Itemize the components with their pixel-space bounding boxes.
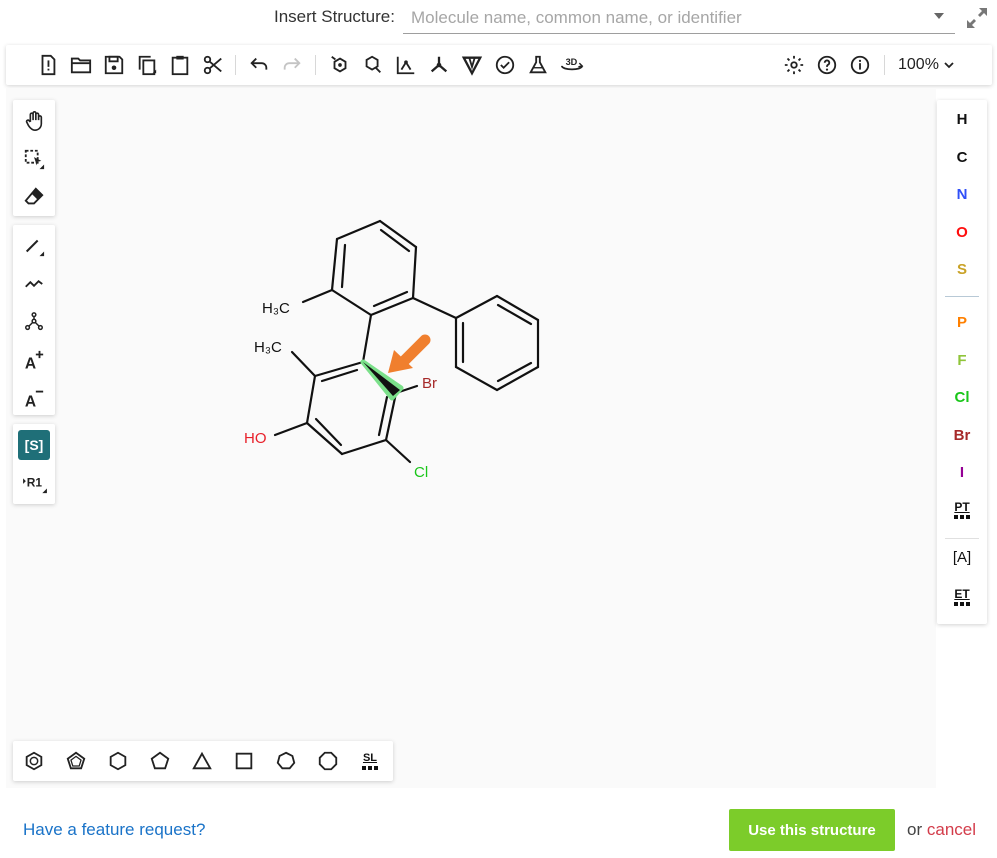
or-text: or cancel	[907, 820, 976, 840]
periodic-table-button[interactable]: PT	[937, 500, 987, 519]
element-c-button[interactable]: C	[937, 149, 987, 166]
element-f-button[interactable]: F	[937, 352, 987, 369]
divider	[945, 296, 979, 297]
cyclohexane-template-icon[interactable]	[106, 749, 130, 773]
cyclopropane-template-icon[interactable]	[190, 749, 214, 773]
atom-text-button[interactable]: [A]	[937, 549, 987, 566]
element-p-button[interactable]: P	[937, 314, 987, 331]
cyclooctane-template-icon[interactable]	[316, 749, 340, 773]
element-n-button[interactable]: N	[937, 186, 987, 203]
benzene-template-icon[interactable]	[22, 749, 46, 773]
shape-library-button[interactable]: SL	[358, 749, 382, 773]
element-panel: H C N O S P F Cl Br I PT [A] ET	[937, 100, 987, 624]
feature-request-link[interactable]: Have a feature request?	[23, 820, 205, 840]
element-s-button[interactable]: S	[937, 261, 987, 278]
divider	[945, 538, 979, 539]
bromine-label[interactable]: Br	[422, 375, 437, 392]
methyl-label-2[interactable]: H₃C	[254, 339, 282, 356]
ketcher-editor: Insert Structure: Molecule name, common …	[0, 0, 997, 858]
element-br-button[interactable]: Br	[937, 427, 987, 444]
cyclopentadiene-template-icon[interactable]	[64, 749, 88, 773]
cancel-link[interactable]: cancel	[927, 820, 976, 839]
molecule-structure[interactable]: H₃C H₃C HO Br Cl	[0, 0, 997, 858]
element-cl-button[interactable]: Cl	[937, 389, 987, 406]
extended-table-button[interactable]: ET	[937, 587, 987, 606]
methyl-label-1[interactable]: H₃C	[262, 300, 290, 317]
element-o-button[interactable]: O	[937, 224, 987, 241]
element-h-button[interactable]: H	[937, 111, 987, 128]
arrow-indicator-icon	[396, 334, 431, 369]
use-structure-button[interactable]: Use this structure	[729, 809, 895, 851]
cyclobutane-template-icon[interactable]	[232, 749, 256, 773]
element-i-button[interactable]: I	[937, 464, 987, 481]
cycloheptane-template-icon[interactable]	[274, 749, 298, 773]
template-toolbar: SL	[13, 741, 393, 781]
cyclopentane-template-icon[interactable]	[148, 749, 172, 773]
or-label: or	[907, 820, 923, 839]
chlorine-label[interactable]: Cl	[414, 464, 428, 481]
hydroxyl-label[interactable]: HO	[244, 430, 267, 447]
